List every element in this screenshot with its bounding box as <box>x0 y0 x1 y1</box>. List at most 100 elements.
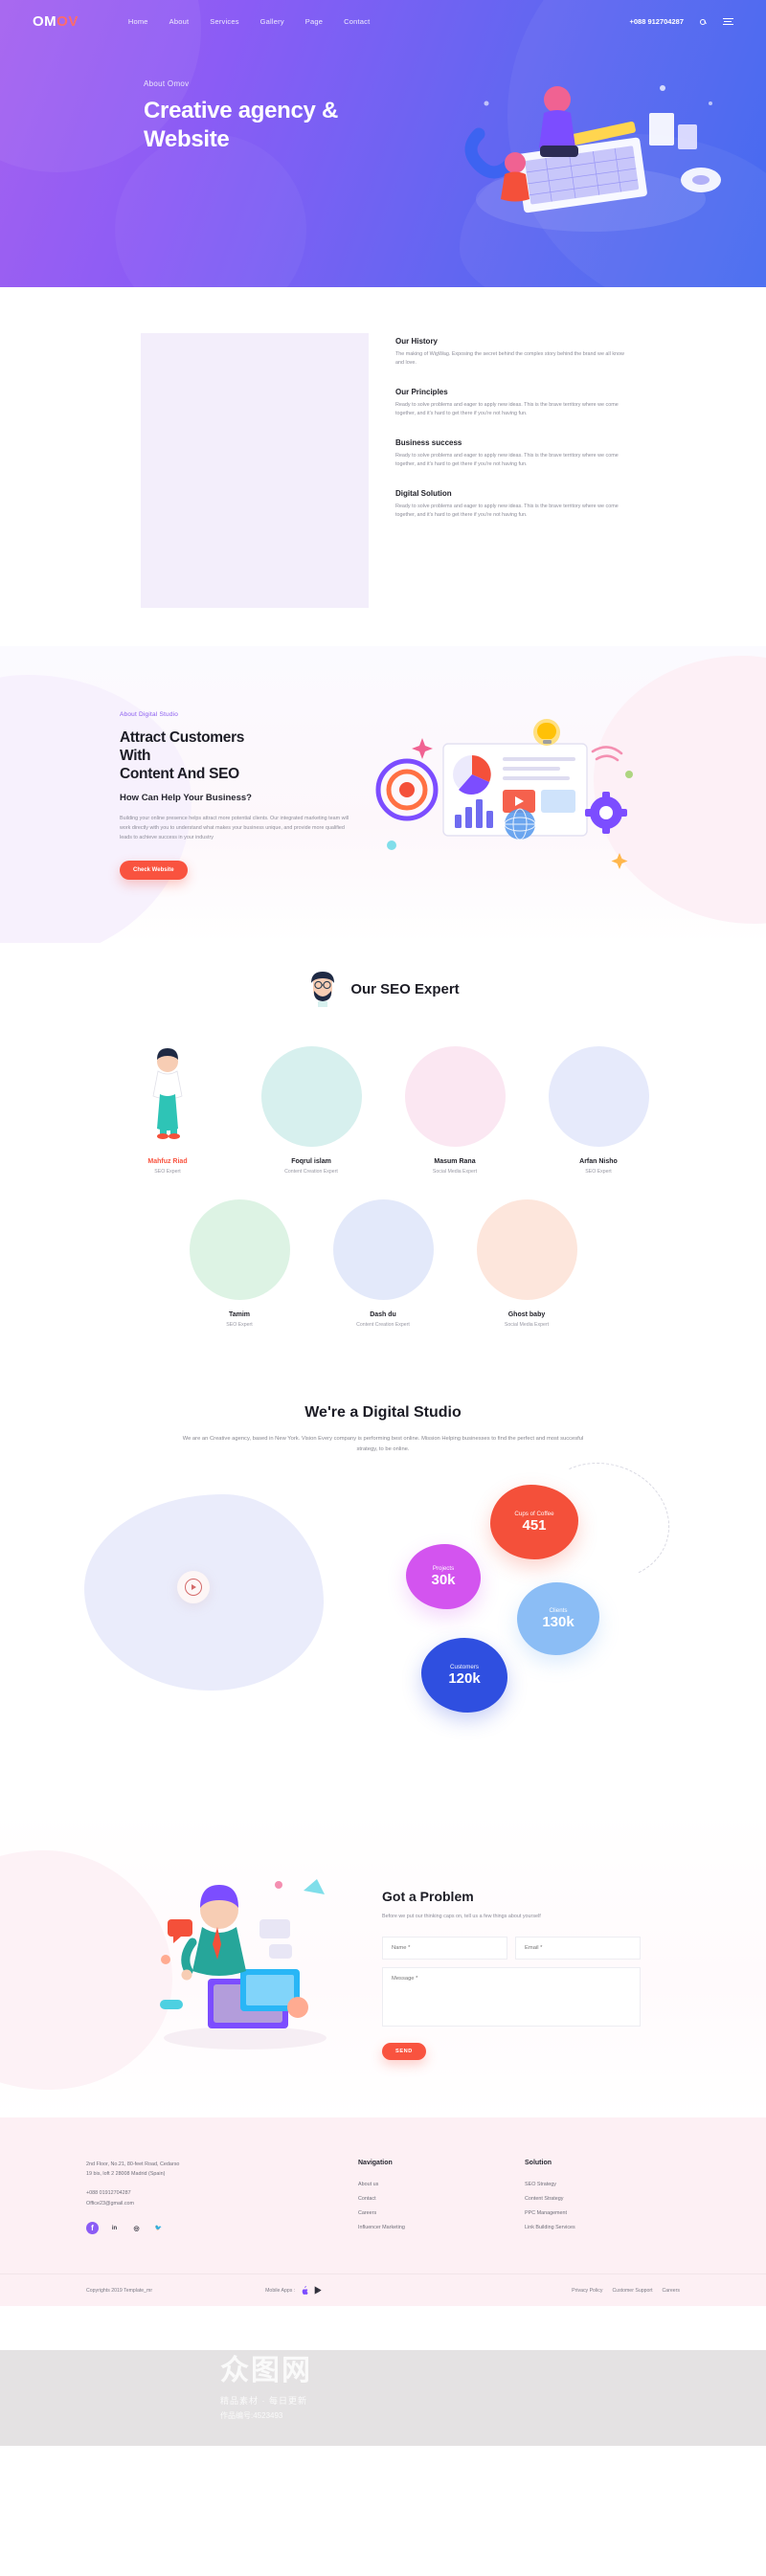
stat-bubble-projects: Projects 30k <box>406 1543 481 1609</box>
footer-link-seo-strategy[interactable]: SEO Strategy <box>525 2182 649 2187</box>
footer-bottom-bar: Copyrights 2019 Template_mr Mobile Apps … <box>0 2274 766 2306</box>
contact-section: Got a Problem Before we put our thinking… <box>0 1811 766 2118</box>
linkedin-icon[interactable]: in <box>108 2222 121 2234</box>
email-input[interactable] <box>515 1937 641 1960</box>
footer-email[interactable]: Office23@gmail.com <box>86 2201 316 2206</box>
apple-store-icon[interactable] <box>301 2286 308 2296</box>
footer-column-title: Solution <box>525 2160 552 2167</box>
twitter-icon[interactable]: 🐦 <box>152 2222 165 2234</box>
google-play-icon[interactable] <box>314 2286 322 2295</box>
team-member-role: Social Media Expert <box>504 1322 550 1328</box>
team-member-name: Arfan Nisho <box>579 1158 618 1165</box>
footer-link-content-strategy[interactable]: Content Strategy <box>525 2196 649 2202</box>
customer-support-link[interactable]: Customer Support <box>612 2288 652 2294</box>
send-button[interactable]: SEND <box>382 2043 426 2061</box>
logo-text-ov: OV <box>56 13 79 30</box>
history-item-title: Our History <box>395 337 439 346</box>
team-member-name: Foqrul islam <box>291 1158 331 1165</box>
team-member-role: Content Creation Expert <box>284 1169 338 1175</box>
attract-body-text: Building your online presence helps attr… <box>120 815 349 840</box>
team-member-avatar <box>404 1046 506 1147</box>
search-icon[interactable] <box>697 16 709 28</box>
footer-link-ppc-management[interactable]: PPC Management <box>525 2210 649 2216</box>
team-member[interactable]: Mahfuz Riad SEO Expert <box>108 1046 227 1175</box>
nav-item-gallery[interactable]: Gallery <box>260 17 284 26</box>
stat-bubble-clients: Clients 130k <box>517 1581 599 1655</box>
footer-link-about-us[interactable]: About us <box>358 2182 483 2187</box>
team-member[interactable]: Masum Rana Social Media Expert <box>395 1046 514 1175</box>
watermark-sub-text: 精品素材 · 每日更新 <box>220 2396 307 2406</box>
footer-address-line-1: 2nd Floor, No.21, 80-feet Road, Cedarso <box>86 2162 180 2168</box>
team-member-avatar <box>118 1046 218 1147</box>
stat-value: 120k <box>448 1669 481 1687</box>
team-member[interactable]: Arfan Nisho SEO Expert <box>539 1046 658 1175</box>
stat-value: 451 <box>522 1516 547 1534</box>
logo-text-om: OM <box>33 13 57 30</box>
watermark-main-text: 众图网 <box>220 2355 312 2386</box>
footer-solution-column: Solution SEO Strategy Content Strategy P… <box>525 2160 649 2239</box>
nav-item-services[interactable]: Services <box>210 17 238 26</box>
stat-label: Clients <box>549 1606 568 1614</box>
team-member-role: SEO Expert <box>154 1169 181 1175</box>
team-member[interactable]: Tamim SEO Expert <box>180 1199 299 1328</box>
team-member[interactable]: Foqrul islam Content Creation Expert <box>252 1046 371 1175</box>
check-website-button[interactable]: Check Website <box>120 860 188 880</box>
nav-item-page[interactable]: Page <box>305 17 323 26</box>
mobile-apps-label: Mobile Apps : <box>265 2287 296 2294</box>
hamburger-menu-icon[interactable] <box>722 16 733 28</box>
team-member-name: Mahfuz Riad <box>147 1158 188 1165</box>
navbar-right-group: +088 912704287 <box>629 16 733 28</box>
attract-heading: Attract Customers With Content And SEO <box>120 729 349 784</box>
footer-social-links: f in ◎ 🐦 <box>86 2222 316 2235</box>
team-member-name: Tamim <box>228 1311 251 1318</box>
hero-title-line-2: Website <box>144 126 230 153</box>
name-input[interactable] <box>382 1937 507 1960</box>
team-avatar-icon <box>311 972 335 1007</box>
footer-navigation-column: Navigation About us Contact Careers Infl… <box>358 2160 483 2239</box>
history-item-body: Ready to solve problems and eager to app… <box>395 503 619 519</box>
footer-link-contact[interactable]: Contact <box>358 2196 483 2202</box>
mobile-apps-group: Mobile Apps : <box>265 2286 322 2296</box>
instagram-icon[interactable]: ◎ <box>130 2222 143 2234</box>
main-navbar: OMOV Home About Services Gallery Page Co… <box>0 0 766 30</box>
footer-address-line-2: 19 bis, loft 2 28008 Madrid (Spain) <box>86 2171 166 2178</box>
footer-link-link-building[interactable]: Link Building Services <box>525 2225 649 2230</box>
team-member[interactable]: Dash du Content Creation Expert <box>324 1199 442 1328</box>
footer-link-careers[interactable]: Careers <box>358 2210 483 2216</box>
site-logo[interactable]: OMOV <box>33 13 79 30</box>
team-member[interactable]: Ghost baby Social Media Expert <box>467 1199 586 1328</box>
nav-item-about[interactable]: About <box>169 17 190 26</box>
careers-link[interactable]: Careers <box>663 2288 680 2294</box>
attract-kicker: About Digital Studio <box>120 711 179 718</box>
team-member-avatar <box>189 1199 290 1300</box>
facebook-icon[interactable]: f <box>86 2222 99 2235</box>
message-textarea[interactable] <box>382 1967 641 2027</box>
team-member-avatar <box>332 1199 434 1300</box>
hero-copy: About Omov Creative agency & Website <box>0 30 766 154</box>
history-item-body: Ready to solve problems and eager to app… <box>395 401 619 417</box>
history-item: Our History The making of WigWag. Exposi… <box>395 337 625 369</box>
team-member-name: Ghost baby <box>507 1311 546 1318</box>
stat-bubble-cups-of-coffee: Cups of Coffee 451 <box>490 1484 578 1559</box>
stat-bubble-customers: Customers 120k <box>421 1637 507 1713</box>
team-member-role: Social Media Expert <box>432 1169 478 1175</box>
contact-form: Got a Problem Before we put our thinking… <box>382 1856 641 2061</box>
history-image-placeholder <box>141 333 369 608</box>
attract-heading-line-3: Content And SEO <box>120 765 239 782</box>
attract-illustration <box>375 719 633 869</box>
stats-chart: Cups of Coffee 451 Projects 30k Clients … <box>0 1445 766 1755</box>
footer-link-influencer-marketing[interactable]: Influencer Marketing <box>358 2225 483 2230</box>
play-button-icon[interactable] <box>177 1570 210 1603</box>
history-section: Our History The making of WigWag. Exposi… <box>0 287 766 646</box>
hero-decor-blob-2 <box>115 134 306 287</box>
team-member-name: Masum Rana <box>434 1158 476 1165</box>
nav-item-home[interactable]: Home <box>128 17 148 26</box>
footer-column-title: Navigation <box>358 2160 393 2167</box>
copyright-text: Copyrights 2019 Template_mr <box>86 2287 153 2294</box>
nav-item-contact[interactable]: Contact <box>344 17 370 26</box>
team-member-avatar <box>548 1046 649 1147</box>
privacy-policy-link[interactable]: Privacy Policy <box>572 2288 602 2294</box>
hero-kicker: About Omov <box>144 79 190 88</box>
team-member-name: Dash du <box>370 1311 396 1318</box>
nav-links: Home About Services Gallery Page Contact <box>128 17 371 26</box>
